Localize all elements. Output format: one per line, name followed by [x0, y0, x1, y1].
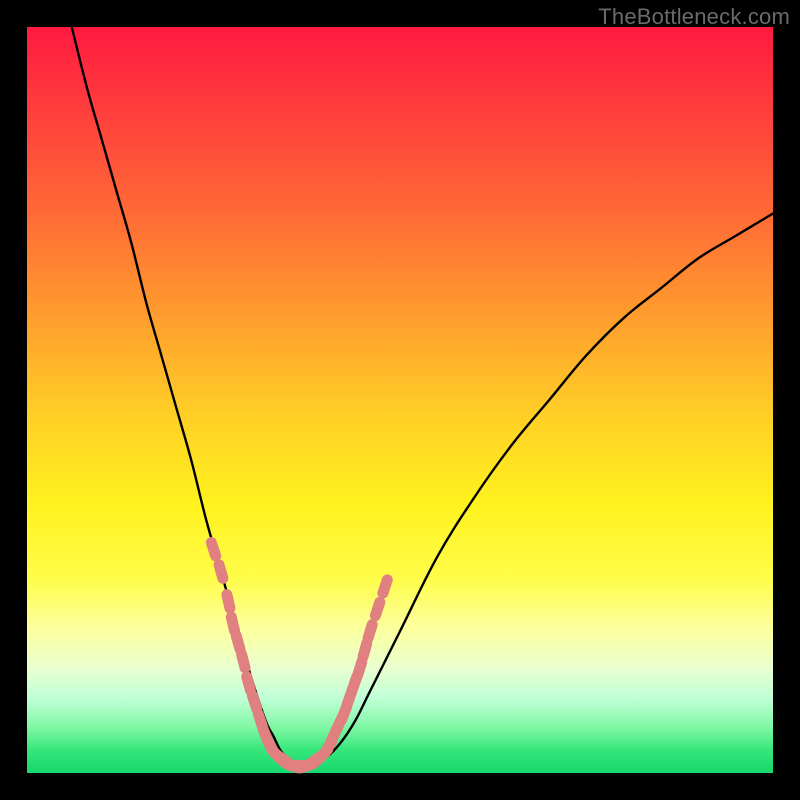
marker-dash [247, 677, 251, 691]
bottleneck-curve-path [72, 27, 773, 766]
chart-frame: TheBottleneck.com [0, 0, 800, 800]
marker-dash [383, 580, 387, 593]
marker-dash [242, 654, 245, 668]
marker-dash [363, 643, 367, 656]
curve-svg [27, 27, 773, 773]
marker-dash [236, 636, 240, 649]
marker-dash [211, 543, 215, 556]
marker-dash [358, 662, 362, 675]
marker-dash [368, 625, 372, 638]
marker-dash [219, 565, 223, 578]
marker-dash [227, 595, 230, 609]
highlighted-segments [211, 543, 387, 768]
plot-area [27, 27, 773, 773]
marker-dash [231, 617, 234, 631]
marker-dash [252, 695, 256, 708]
marker-dash [375, 602, 379, 615]
